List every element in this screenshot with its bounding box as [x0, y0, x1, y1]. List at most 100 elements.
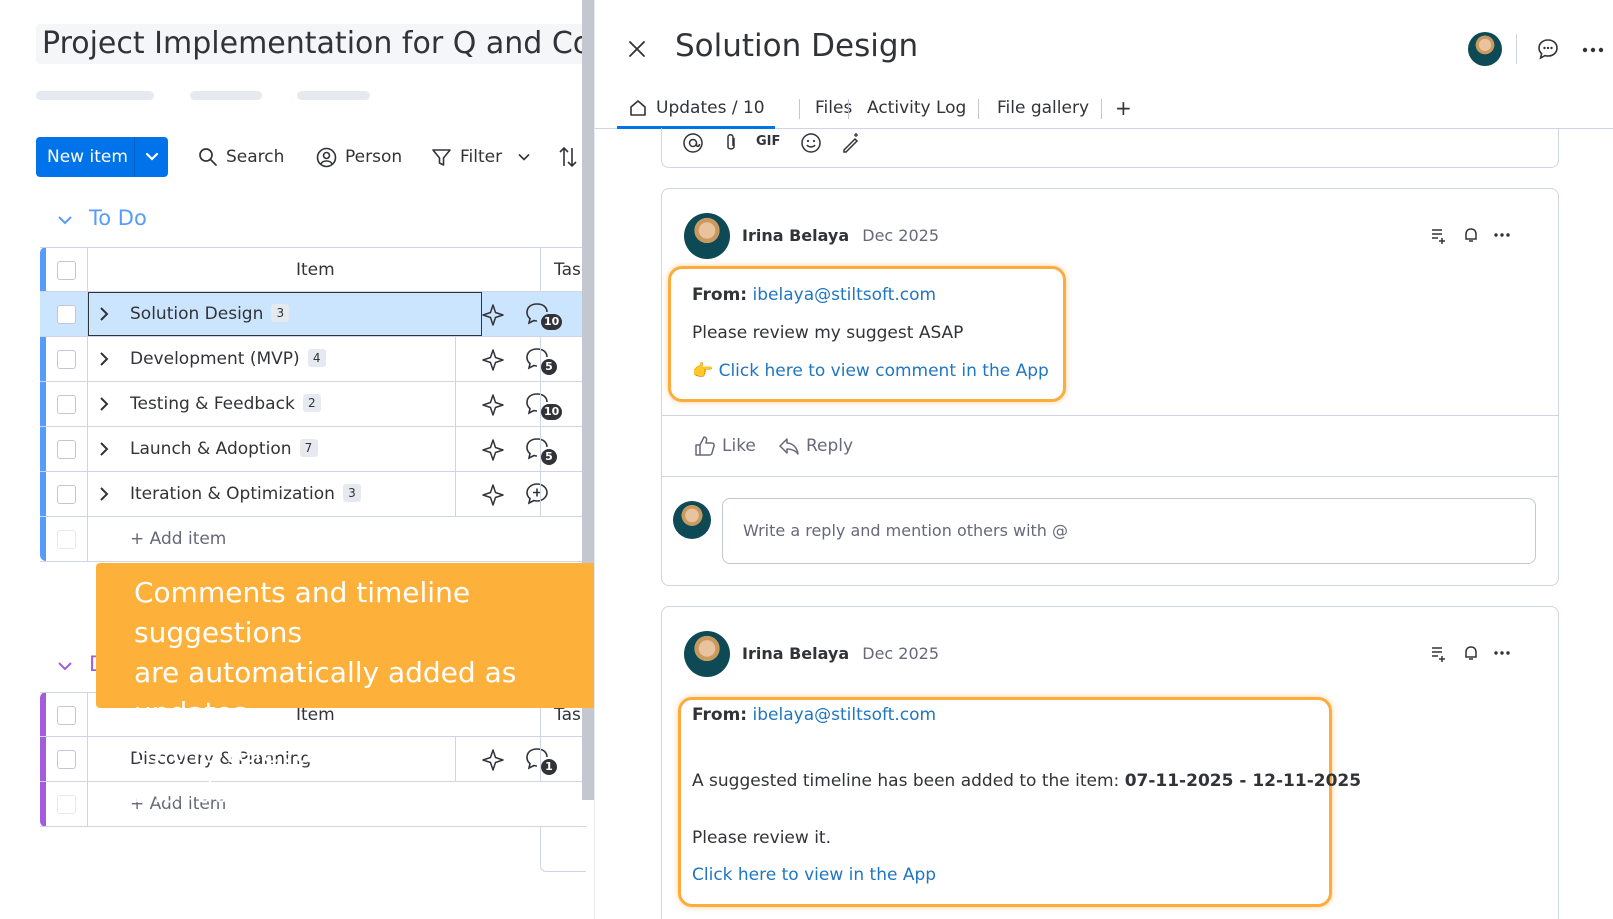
group-collapse-icon[interactable] — [57, 660, 73, 672]
sparkle-icon[interactable] — [481, 438, 505, 462]
author-name[interactable]: Irina Belaya — [742, 644, 849, 663]
author-name[interactable]: Irina Belaya — [742, 226, 849, 245]
add-update-icon[interactable] — [525, 482, 551, 506]
item-name: Development (MVP) 4 — [130, 337, 326, 381]
filter-icon — [431, 147, 452, 168]
conversation-icon[interactable] — [1537, 38, 1559, 60]
row-checkbox[interactable] — [57, 395, 76, 414]
tab-activity-log[interactable]: Activity Log — [867, 96, 966, 120]
updates-bubble-icon[interactable]: 5 — [525, 347, 557, 375]
skeleton-bar — [190, 91, 262, 100]
avatar[interactable] — [684, 213, 730, 259]
add-item-label[interactable]: + Add item — [130, 517, 226, 561]
update-count-badge: 5 — [541, 449, 557, 465]
tab-file-gallery[interactable]: File gallery — [997, 96, 1089, 120]
bell-icon[interactable] — [1462, 226, 1480, 244]
from-email-link[interactable]: ibelaya@stiltsoft.com — [753, 705, 937, 725]
person-filter-button[interactable]: Person — [316, 145, 402, 169]
table-row[interactable]: Launch & Adoption 7 5 — [40, 427, 586, 472]
pointing-hand-icon: 👉 — [692, 361, 714, 381]
table-row[interactable]: Testing & Feedback 2 10 — [40, 382, 586, 427]
like-button[interactable]: Like — [694, 435, 756, 457]
panel-title[interactable]: Solution Design — [675, 28, 918, 64]
row-checkbox[interactable] — [57, 440, 76, 459]
update-body: A suggested timeline has been added to t… — [692, 771, 1362, 791]
attachment-icon[interactable] — [722, 132, 740, 154]
person-label: Person — [345, 147, 403, 167]
avatar[interactable] — [673, 501, 711, 539]
updates-bubble-icon[interactable]: 10 — [525, 392, 563, 420]
add-item-row[interactable]: + Add item — [40, 517, 586, 562]
tab-files[interactable]: Files — [795, 96, 852, 120]
search-label: Search — [226, 147, 285, 167]
sparkle-icon[interactable] — [481, 393, 505, 417]
subitem-count: 2 — [302, 394, 321, 412]
row-checkbox[interactable] — [57, 750, 76, 769]
select-all-checkbox[interactable] — [57, 706, 76, 725]
filter-button[interactable]: Filter — [431, 145, 530, 169]
chevron-down-icon[interactable] — [135, 152, 168, 162]
more-options-icon[interactable] — [1582, 47, 1604, 53]
update-body: Please review it. — [692, 828, 831, 848]
tab-updates[interactable]: Updates / 10 — [629, 96, 765, 120]
expand-icon[interactable] — [98, 306, 110, 322]
more-options-icon[interactable] — [1494, 651, 1510, 655]
updates-bubble-icon[interactable]: 10 — [525, 302, 563, 330]
subitem-count: 3 — [342, 484, 361, 502]
new-item-button[interactable]: New item — [36, 137, 168, 177]
magic-pen-icon[interactable] — [840, 132, 862, 154]
reply-input[interactable]: Write a reply and mention others with @ — [722, 498, 1536, 564]
skeleton-bar — [36, 91, 154, 100]
close-icon[interactable] — [628, 40, 646, 58]
search-icon — [198, 147, 218, 167]
avatar[interactable] — [1468, 32, 1502, 66]
update-count-badge: 5 — [541, 359, 557, 375]
sparkle-icon[interactable] — [481, 483, 505, 507]
updates-bubble-icon[interactable]: 5 — [525, 437, 557, 465]
group-collapse-icon[interactable] — [57, 214, 73, 226]
row-checkbox[interactable] — [57, 350, 76, 369]
reply-icon — [778, 435, 800, 457]
add-to-item-icon[interactable] — [1430, 645, 1448, 663]
update-count-badge: 10 — [541, 404, 563, 420]
table-row[interactable]: Development (MVP) 4 5 — [40, 337, 586, 382]
column-header-item[interactable]: Item — [296, 248, 335, 292]
table-row[interactable]: Solution Design 3 10 — [40, 292, 586, 337]
filter-label: Filter — [460, 147, 503, 167]
view-in-app-link[interactable]: Click here to view in the App — [692, 865, 936, 885]
avatar[interactable] — [684, 631, 730, 677]
add-tab-button[interactable]: + — [1115, 96, 1132, 120]
update-card: Irina Belaya Dec 2025 From: ibelaya@stil… — [661, 188, 1559, 586]
sort-icon[interactable] — [558, 146, 578, 168]
from-email-link[interactable]: ibelaya@stiltsoft.com — [753, 285, 937, 305]
tooltip-line: Comments and timeline suggestions — [134, 576, 471, 649]
more-options-icon[interactable] — [1494, 233, 1510, 237]
info-tooltip: Comments and timeline suggestions are au… — [96, 563, 655, 809]
select-all-checkbox[interactable] — [57, 261, 76, 280]
reply-button[interactable]: Reply — [778, 435, 853, 457]
row-checkbox[interactable] — [57, 485, 76, 504]
view-comment-link[interactable]: 👉 Click here to view comment in the App — [692, 361, 1049, 381]
expand-icon[interactable] — [98, 396, 110, 412]
bell-icon[interactable] — [1462, 644, 1480, 662]
person-icon — [316, 147, 337, 168]
update-editor[interactable]: GIF — [661, 128, 1559, 168]
search-button[interactable]: Search — [198, 145, 284, 169]
add-to-item-icon[interactable] — [1430, 227, 1448, 245]
emoji-icon[interactable] — [800, 132, 822, 154]
board-title[interactable]: Project Implementation for Q and Co — [36, 24, 586, 64]
mention-icon[interactable] — [682, 132, 704, 154]
skeleton-bar — [297, 91, 370, 100]
chevron-down-icon[interactable] — [518, 153, 530, 161]
row-checkbox[interactable] — [57, 305, 76, 324]
expand-icon[interactable] — [98, 486, 110, 502]
gif-button[interactable]: GIF — [756, 134, 780, 149]
expand-icon[interactable] — [98, 441, 110, 457]
item-name: Iteration & Optimization 3 — [130, 472, 361, 516]
group-title-todo[interactable]: To Do — [89, 206, 147, 230]
sparkle-icon[interactable] — [481, 348, 505, 372]
expand-icon[interactable] — [98, 351, 110, 367]
table-row[interactable]: Iteration & Optimization 3 — [40, 472, 586, 517]
sparkle-icon[interactable] — [481, 303, 505, 327]
thumbs-up-icon — [694, 435, 716, 457]
